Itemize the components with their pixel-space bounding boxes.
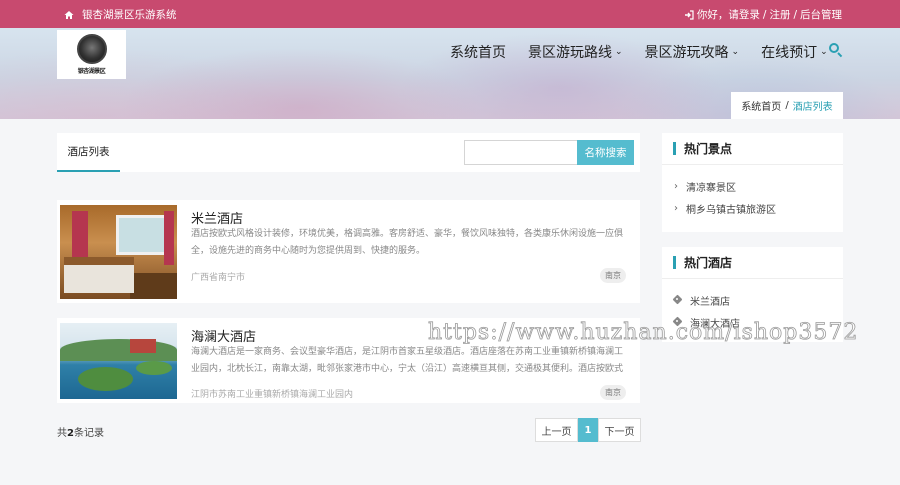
admin-link[interactable]: 后台管理 xyxy=(800,7,842,22)
next-page-button[interactable]: 下一页 xyxy=(598,418,641,442)
nav-item-booking[interactable]: 在线预订 ⌄ xyxy=(761,42,828,62)
city-badge: 南京 xyxy=(600,385,626,400)
register-link[interactable]: 注册 xyxy=(769,7,790,22)
chevron-right-icon: › xyxy=(674,180,678,192)
nav-item-routes[interactable]: 景区游玩路线 ⌄ xyxy=(528,42,623,62)
logo-emblem-icon xyxy=(76,34,107,64)
home-icon xyxy=(64,10,74,19)
hotel-image[interactable] xyxy=(60,323,177,399)
tab-hotel-list[interactable]: 酒店列表 xyxy=(57,133,120,172)
sidebar-spot-item[interactable]: › 清凉寨景区 xyxy=(662,175,843,197)
separator: / xyxy=(793,8,797,21)
hotel-card[interactable]: 米兰酒店 酒店按欧式风格设计装修，环境优美，格调高雅。客房舒适、豪华，餐饮风味独… xyxy=(57,200,640,303)
logo-text: 银杏湖景区 xyxy=(77,68,106,75)
hot-spots-heading: 热门景点 xyxy=(662,133,843,165)
name-search-button[interactable]: 名称搜索 xyxy=(577,140,634,165)
site-title: 银杏湖景区乐游系统 xyxy=(64,7,177,22)
city-badge: 南京 xyxy=(600,268,626,283)
list-header: 酒店列表 名称搜索 xyxy=(57,133,640,172)
hotel-description: 酒店按欧式风格设计装修，环境优美，格调高雅。客房舒适、豪华，餐饮风味独特，各类康… xyxy=(191,229,624,256)
sidebar-spot-item[interactable]: › 桐乡乌镇古镇旅游区 xyxy=(662,197,843,219)
sign-in-icon xyxy=(684,9,694,20)
hot-hotels-heading: 热门酒店 xyxy=(662,247,843,279)
separator: / xyxy=(762,8,767,21)
tag-icon xyxy=(674,296,682,304)
hotel-location: 广西省南宁市 xyxy=(191,273,246,283)
search-icon[interactable] xyxy=(828,42,844,58)
total-count: 2 xyxy=(67,428,74,439)
watermark: https://www.huzhan.com/ishop3572 xyxy=(428,320,859,346)
breadcrumb-home[interactable]: 系统首页 xyxy=(741,98,781,113)
sidebar-hotel-item[interactable]: 米兰酒店 xyxy=(662,289,843,311)
chevron-down-icon: ⌄ xyxy=(820,47,828,57)
breadcrumb: 系统首页 / 酒店列表 xyxy=(731,92,843,119)
search-input[interactable] xyxy=(464,140,578,165)
user-links: 你好，请登录 / 注册 / 后台管理 xyxy=(684,7,842,22)
record-count: 共2条记录 xyxy=(57,428,104,439)
breadcrumb-separator: / xyxy=(785,100,789,111)
hot-spots-panel: 热门景点 › 清凉寨景区 › 桐乡乌镇古镇旅游区 xyxy=(662,133,843,232)
hotel-name[interactable]: 海澜大酒店 xyxy=(191,326,256,345)
breadcrumb-current: 酒店列表 xyxy=(792,102,833,113)
prev-page-button[interactable]: 上一页 xyxy=(535,418,578,442)
chevron-right-icon: › xyxy=(674,202,678,214)
hotel-description: 海澜大酒店是一家商务、会议型豪华酒店，是江阴市首家五星级酒店。酒店座落在苏南工业… xyxy=(191,347,624,374)
nav-item-home[interactable]: 系统首页 xyxy=(450,42,506,62)
pagination: 上一页 1 下一页 xyxy=(535,418,641,442)
chevron-down-icon: ⌄ xyxy=(615,47,623,57)
main-nav: 系统首页 景区游玩路线 ⌄ 景区游玩攻略 ⌄ 在线预订 ⌄ xyxy=(450,42,850,62)
nav-item-guides[interactable]: 景区游玩攻略 ⌄ xyxy=(645,42,740,62)
chevron-down-icon: ⌄ xyxy=(731,47,740,57)
hotel-image[interactable] xyxy=(60,205,177,299)
login-link[interactable]: 你好，请登录 xyxy=(697,7,760,22)
hotel-location: 江阴市苏南工业重镇新桥镇海澜工业园内 xyxy=(191,390,354,400)
logo[interactable]: 银杏湖景区 xyxy=(57,30,126,79)
site-name: 银杏湖景区乐游系统 xyxy=(82,9,177,21)
hotel-name[interactable]: 米兰酒店 xyxy=(191,208,243,227)
top-bar: 银杏湖景区乐游系统 你好，请登录 / 注册 / 后台管理 xyxy=(0,0,900,28)
page-1-button[interactable]: 1 xyxy=(578,418,598,442)
